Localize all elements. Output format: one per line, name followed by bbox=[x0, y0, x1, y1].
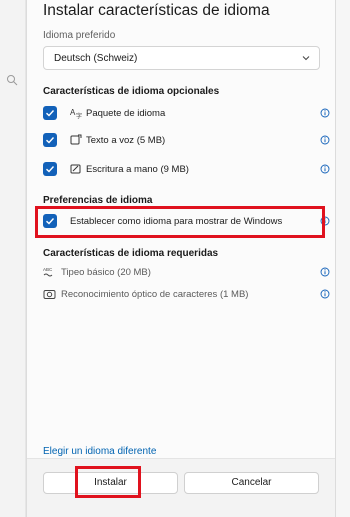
chevron-down-icon bbox=[302, 56, 310, 61]
ocr-label: Reconocimiento óptico de caracteres (1 M… bbox=[61, 289, 249, 300]
basic-typing-icon: ABC bbox=[43, 267, 53, 277]
info-icon[interactable] bbox=[320, 108, 330, 118]
text-to-speech-label: Texto a voz (5 MB) bbox=[86, 135, 166, 146]
svg-text:字: 字 bbox=[76, 112, 82, 119]
text-to-speech-icon bbox=[70, 134, 82, 145]
dialog-title: Instalar características de idioma bbox=[43, 2, 270, 19]
info-icon[interactable] bbox=[320, 135, 330, 145]
info-icon[interactable] bbox=[320, 164, 330, 174]
info-icon[interactable] bbox=[320, 267, 330, 277]
optional-features-heading: Características de idioma opcionales bbox=[43, 86, 220, 97]
handwriting-icon bbox=[70, 164, 81, 174]
search-icon bbox=[7, 75, 18, 86]
checkmark-icon bbox=[46, 137, 55, 144]
handwriting-label: Escritura a mano (9 MB) bbox=[86, 164, 189, 175]
background-sidebar bbox=[0, 0, 26, 517]
svg-text:ABC: ABC bbox=[43, 267, 53, 272]
cancel-button[interactable]: Cancelar bbox=[184, 472, 319, 494]
ocr-icon bbox=[43, 290, 56, 299]
text-to-speech-checkbox[interactable] bbox=[43, 133, 57, 147]
language-pack-checkbox[interactable] bbox=[43, 106, 57, 120]
language-pack-label: Paquete de idioma bbox=[86, 108, 166, 119]
install-button-highlight bbox=[75, 466, 141, 498]
checkmark-icon bbox=[46, 110, 55, 117]
preferred-language-label: Idioma preferido bbox=[43, 30, 116, 41]
preferred-language-select[interactable]: Deutsch (Schweiz) bbox=[43, 46, 320, 70]
language-pack-icon: A 字 bbox=[70, 108, 82, 119]
required-features-heading: Características de idioma requeridas bbox=[43, 248, 219, 259]
required-item-ocr: Reconocimiento óptico de caracteres (1 M… bbox=[43, 286, 330, 304]
optional-item-language-pack: A 字 Paquete de idioma bbox=[43, 104, 330, 124]
required-item-basic-typing: ABC Tipeo básico (20 MB) bbox=[43, 264, 330, 282]
install-language-dialog: Instalar características de idioma Idiom… bbox=[26, 0, 336, 517]
basic-typing-label: Tipeo básico (20 MB) bbox=[61, 267, 151, 278]
language-preferences-heading: Preferencias de idioma bbox=[43, 195, 153, 206]
handwriting-checkbox[interactable] bbox=[43, 162, 57, 176]
optional-item-handwriting: Escritura a mano (9 MB) bbox=[43, 160, 330, 180]
optional-item-text-to-speech: Texto a voz (5 MB) bbox=[43, 131, 330, 151]
display-language-highlight bbox=[35, 206, 325, 238]
choose-different-language-link[interactable]: Elegir un idioma diferente bbox=[43, 446, 156, 457]
info-icon[interactable] bbox=[320, 289, 330, 299]
preferred-language-value: Deutsch (Schweiz) bbox=[54, 53, 138, 64]
checkmark-icon bbox=[46, 166, 55, 173]
